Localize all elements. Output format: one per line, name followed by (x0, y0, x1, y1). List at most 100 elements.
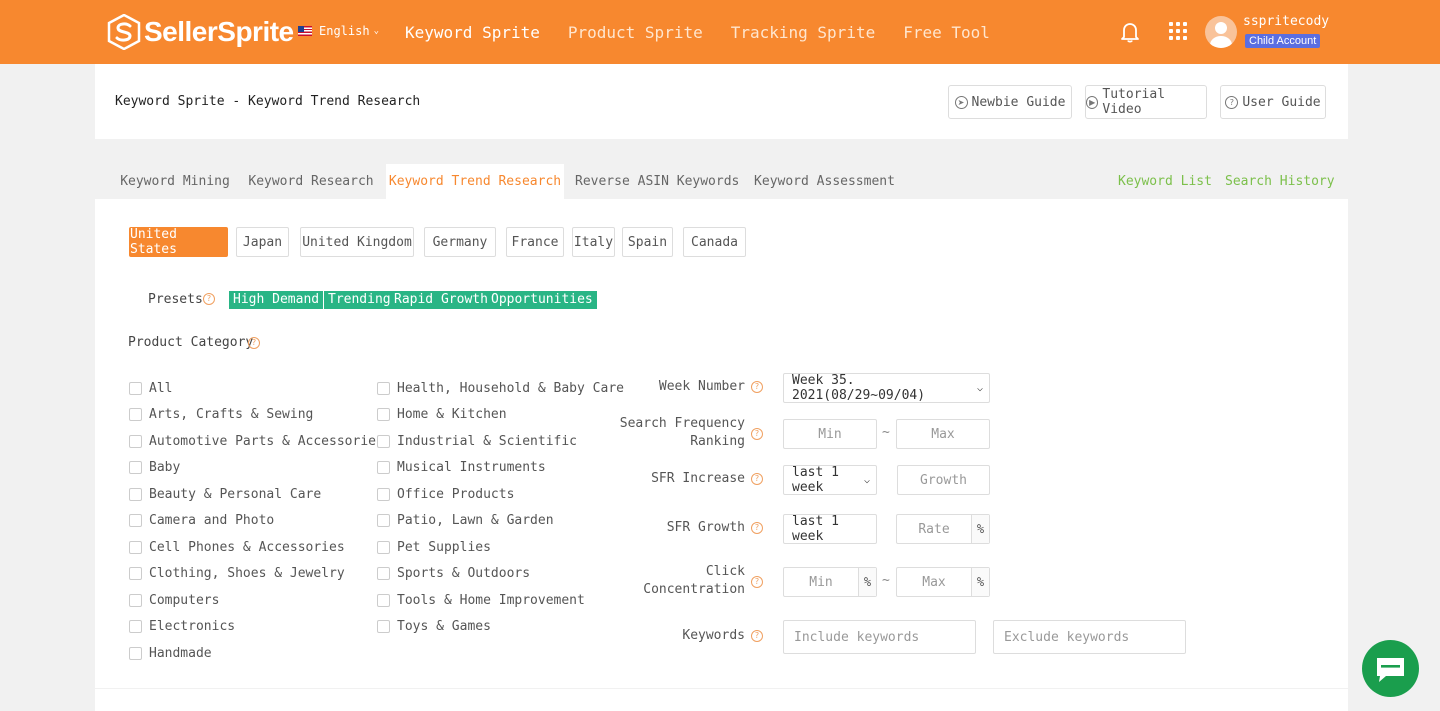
category-automotive[interactable]: Automotive Parts & Accessories (129, 434, 384, 449)
country-canada[interactable]: Canada (683, 227, 746, 257)
tab-keyword-research[interactable]: Keyword Research (245, 164, 377, 199)
checkbox[interactable] (377, 620, 390, 633)
apps-grid-icon[interactable] (1169, 22, 1187, 40)
checkbox[interactable] (129, 435, 142, 448)
checkbox[interactable] (377, 488, 390, 501)
country-united-states[interactable]: United States (129, 227, 228, 257)
preset-high-demand[interactable]: High Demand (229, 291, 324, 309)
presets-help-icon[interactable]: ? (203, 293, 215, 305)
sfr-increase-growth-input[interactable]: Growth (897, 465, 990, 495)
breadcrumb: Keyword Sprite - Keyword Trend Research (115, 94, 421, 109)
category-camera[interactable]: Camera and Photo (129, 513, 274, 528)
preset-trending[interactable]: Trending (324, 291, 395, 309)
checkbox[interactable] (129, 541, 142, 554)
brand-name: SellerSprite (144, 16, 294, 47)
username[interactable]: sspritecody (1243, 14, 1329, 29)
tab-keyword-trend-research[interactable]: Keyword Trend Research (386, 164, 564, 199)
tab-reverse-asin-keywords[interactable]: Reverse ASIN Keywords (575, 164, 739, 199)
sfr-increase-help-icon[interactable]: ? (751, 473, 763, 485)
category-electronics[interactable]: Electronics (129, 619, 235, 634)
checkbox[interactable] (377, 382, 390, 395)
category-label: Beauty & Personal Care (149, 487, 322, 502)
sfr-growth-rate-input[interactable]: Rate % (896, 514, 990, 544)
checkbox[interactable] (129, 620, 142, 633)
category-toys[interactable]: Toys & Games (377, 619, 491, 634)
sfr-max-input[interactable]: Max (896, 419, 990, 449)
sfr-growth-help-icon[interactable]: ? (751, 522, 763, 534)
preset-rapid-growth[interactable]: Rapid Growth (390, 291, 492, 309)
category-handmade[interactable]: Handmade (129, 646, 212, 661)
chat-button[interactable] (1362, 640, 1419, 697)
category-clothing[interactable]: Clothing, Shoes & Jewelry (129, 566, 345, 581)
tab-keyword-mining[interactable]: Keyword Mining (110, 164, 240, 199)
checkbox[interactable] (377, 461, 390, 474)
category-arts-crafts[interactable]: Arts, Crafts & Sewing (129, 407, 313, 422)
category-label: Industrial & Scientific (397, 434, 578, 449)
checkbox[interactable] (129, 647, 142, 660)
nav-keyword-sprite[interactable]: Keyword Sprite (391, 23, 554, 42)
click-min-input[interactable]: Min % (783, 567, 877, 597)
tab-keyword-assessment[interactable]: Keyword Assessment (748, 164, 901, 199)
keyword-list-link[interactable]: Keyword List (1118, 164, 1212, 199)
bell-icon[interactable] (1120, 21, 1140, 43)
checkbox[interactable] (129, 514, 142, 527)
checkbox[interactable] (377, 594, 390, 607)
category-all[interactable]: All (129, 381, 172, 396)
category-musical[interactable]: Musical Instruments (377, 460, 546, 475)
search-history-link[interactable]: Search History (1225, 164, 1335, 199)
preset-opportunities[interactable]: Opportunities (487, 291, 597, 309)
checkbox[interactable] (129, 382, 142, 395)
category-computers[interactable]: Computers (129, 593, 219, 608)
nav-tracking-sprite[interactable]: Tracking Sprite (717, 23, 890, 42)
category-beauty[interactable]: Beauty & Personal Care (129, 487, 321, 502)
category-sports[interactable]: Sports & Outdoors (377, 566, 530, 581)
include-keywords-input[interactable]: Include keywords (783, 620, 976, 654)
checkbox[interactable] (377, 435, 390, 448)
checkbox[interactable] (377, 567, 390, 580)
checkbox[interactable] (129, 567, 142, 580)
checkbox[interactable] (377, 408, 390, 421)
checkbox[interactable] (129, 594, 142, 607)
nav-product-sprite[interactable]: Product Sprite (554, 23, 717, 42)
user-guide-button[interactable]: ? User Guide (1220, 85, 1326, 119)
country-italy[interactable]: Italy (572, 227, 615, 257)
sfr-increase-period-select[interactable]: last 1 week ⌵ (783, 465, 877, 495)
category-help-icon[interactable]: ? (248, 337, 260, 349)
sfr-min-input[interactable]: Min (783, 419, 877, 449)
sfr-help-icon[interactable]: ? (751, 428, 763, 440)
checkbox[interactable] (377, 541, 390, 554)
country-japan[interactable]: Japan (236, 227, 289, 257)
category-office[interactable]: Office Products (377, 487, 514, 502)
keywords-help-icon[interactable]: ? (751, 630, 763, 642)
nav-free-tool[interactable]: Free Tool (889, 23, 1004, 42)
category-baby[interactable]: Baby (129, 460, 180, 475)
exclude-keywords-input[interactable]: Exclude keywords (993, 620, 1186, 654)
country-spain[interactable]: Spain (622, 227, 673, 257)
category-tools[interactable]: Tools & Home Improvement (377, 593, 585, 608)
country-germany[interactable]: Germany (424, 227, 496, 257)
country-united-kingdom[interactable]: United Kingdom (300, 227, 414, 257)
click-max-input[interactable]: Max % (896, 567, 990, 597)
newbie-guide-button[interactable]: ➤ Newbie Guide (948, 85, 1072, 119)
category-home-kitchen[interactable]: Home & Kitchen (377, 407, 507, 422)
language-selector[interactable]: English ⌄ (298, 24, 379, 38)
category-industrial[interactable]: Industrial & Scientific (377, 434, 577, 449)
checkbox[interactable] (129, 461, 142, 474)
week-number-select[interactable]: Week 35. 2021(08/29~09/04) ⌵ (783, 373, 990, 403)
category-pet[interactable]: Pet Supplies (377, 540, 491, 555)
avatar[interactable] (1205, 16, 1237, 48)
checkbox[interactable] (129, 488, 142, 501)
sellersprite-logo[interactable]: SellerSprite (107, 13, 294, 51)
category-health[interactable]: Health, Household & Baby Care (377, 381, 624, 396)
category-patio[interactable]: Patio, Lawn & Garden (377, 513, 554, 528)
category-cell-phones[interactable]: Cell Phones & Accessories (129, 540, 345, 555)
sfr-label: Search Frequency Ranking (595, 415, 745, 451)
week-help-icon[interactable]: ? (751, 381, 763, 393)
tutorial-video-button[interactable]: ▶ Tutorial Video (1085, 85, 1207, 119)
country-france[interactable]: France (506, 227, 564, 257)
checkbox[interactable] (129, 408, 142, 421)
sfr-growth-period-field[interactable]: last 1 week (783, 514, 877, 544)
rate-placeholder: Rate (918, 521, 950, 537)
checkbox[interactable] (377, 514, 390, 527)
click-help-icon[interactable]: ? (751, 576, 763, 588)
